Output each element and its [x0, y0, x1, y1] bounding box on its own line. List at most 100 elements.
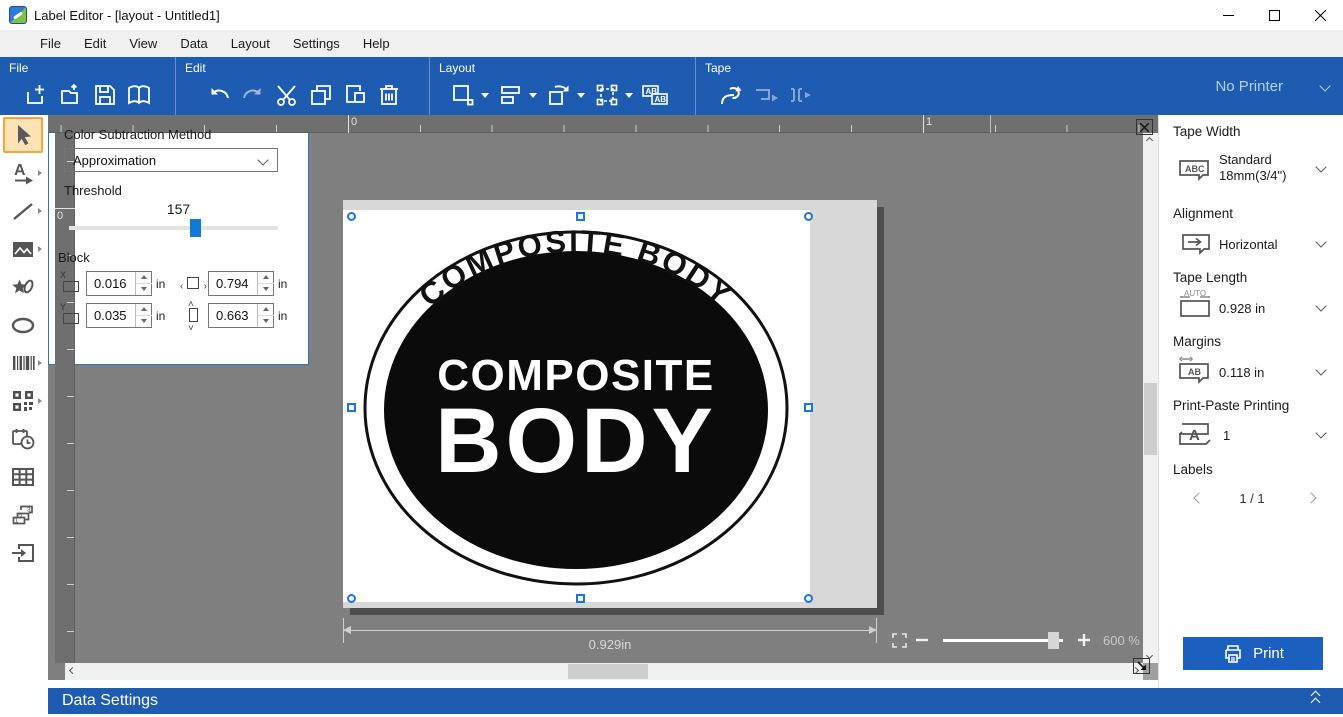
width-decrement-button[interactable]: [258, 284, 274, 296]
horizontal-scrollbar[interactable]: [65, 663, 1143, 680]
tool-clipart[interactable]: [3, 269, 43, 305]
zoom-slider-thumb[interactable]: [1048, 632, 1059, 649]
x-decrement-button[interactable]: [136, 284, 152, 296]
undo-button[interactable]: [202, 79, 236, 111]
align-button[interactable]: [494, 79, 528, 111]
maximize-button[interactable]: [1251, 0, 1297, 30]
text-merge-button[interactable]: ABAB: [638, 79, 672, 111]
save-button[interactable]: [88, 79, 122, 111]
alignment-chevron-icon[interactable]: [1315, 236, 1326, 247]
selection-handle-bottom-left[interactable]: [347, 594, 356, 603]
x-increment-button[interactable]: [136, 272, 152, 284]
menu-layout[interactable]: Layout: [221, 31, 280, 56]
tape-length-chevron-icon[interactable]: [1315, 300, 1326, 311]
fit-to-window-button[interactable]: [892, 633, 907, 648]
cut-button[interactable]: [270, 79, 304, 111]
height-field[interactable]: [208, 303, 274, 328]
vertical-scrollbar[interactable]: [1143, 133, 1158, 663]
menu-file[interactable]: File: [30, 31, 71, 56]
tool-select[interactable]: [3, 117, 43, 153]
catalog-button[interactable]: [122, 79, 156, 111]
horizontal-scrollbar-thumb[interactable]: [568, 664, 648, 679]
printer-chevron-down-icon[interactable]: [1319, 80, 1330, 91]
menu-help[interactable]: Help: [353, 31, 400, 56]
margins-chevron-icon[interactable]: [1315, 364, 1326, 375]
tool-ellipse[interactable]: [3, 307, 43, 343]
threshold-slider[interactable]: [69, 226, 278, 230]
width-input[interactable]: [209, 272, 257, 295]
selection-handle-bottom-right[interactable]: [804, 594, 813, 603]
scroll-up-button[interactable]: [1147, 138, 1152, 143]
tool-barcode[interactable]: [3, 345, 43, 381]
margins-value[interactable]: 0.118 in: [1219, 365, 1264, 381]
print-button[interactable]: Print: [1183, 637, 1323, 670]
print-paste-chevron-icon[interactable]: [1315, 427, 1326, 438]
tool-qrcode[interactable]: [3, 383, 43, 419]
height-decrement-button[interactable]: [258, 316, 274, 328]
selection-handle-left-middle[interactable]: [347, 403, 356, 412]
height-increment-button[interactable]: [258, 304, 274, 316]
rotate-button[interactable]: [542, 79, 576, 111]
tool-text[interactable]: A: [3, 155, 43, 191]
x-position-input[interactable]: [87, 272, 135, 295]
height-input[interactable]: [209, 304, 257, 327]
delete-button[interactable]: [372, 79, 406, 111]
group-button[interactable]: [590, 79, 624, 111]
selection-handle-top-middle[interactable]: [576, 212, 585, 221]
minimize-button[interactable]: [1205, 0, 1251, 30]
alignment-value[interactable]: Horizontal: [1219, 237, 1278, 253]
composite-body-stamp-image[interactable]: COMPOSITE BODY COMPOSITE BODY: [343, 210, 810, 602]
tape-width-value[interactable]: Standard 18mm(3/4"): [1219, 152, 1286, 184]
selection-handle-top-left[interactable]: [347, 212, 356, 221]
design-canvas[interactable]: 0 1 0 COMPOSITE BODY COMPOSITE BODY: [48, 115, 1158, 680]
expand-panel-button[interactable]: [1311, 692, 1323, 710]
tool-date-time[interactable]: [3, 421, 43, 457]
x-position-field[interactable]: [86, 271, 152, 296]
redo-button[interactable]: [236, 79, 270, 111]
dialog-close-button[interactable]: [1136, 119, 1153, 135]
tool-numbering[interactable]: 321: [3, 497, 43, 533]
zoom-slider[interactable]: [943, 639, 1063, 642]
tool-import[interactable]: [3, 535, 43, 571]
selection-handle-bottom-middle[interactable]: [576, 594, 585, 603]
tape-margin-button[interactable]: [748, 79, 782, 111]
rotate-dropdown[interactable]: [577, 93, 585, 98]
label-tape[interactable]: COMPOSITE BODY COMPOSITE BODY: [343, 200, 877, 608]
width-field[interactable]: [208, 271, 274, 296]
resize-button[interactable]: [446, 79, 480, 111]
printer-status[interactable]: No Printer: [1215, 57, 1283, 115]
selection-handle-right-middle[interactable]: [804, 403, 813, 412]
y-increment-button[interactable]: [136, 304, 152, 316]
scroll-left-button[interactable]: [70, 668, 75, 673]
print-paste-value[interactable]: 1: [1223, 428, 1230, 444]
y-decrement-button[interactable]: [136, 316, 152, 328]
copy-button[interactable]: [304, 79, 338, 111]
align-dropdown[interactable]: [529, 93, 537, 98]
open-file-button[interactable]: [54, 79, 88, 111]
label-printable-area[interactable]: COMPOSITE BODY COMPOSITE BODY: [343, 210, 810, 602]
tape-width-chevron-icon[interactable]: [1315, 161, 1326, 172]
width-increment-button[interactable]: [258, 272, 274, 284]
y-position-input[interactable]: [87, 304, 135, 327]
paste-button[interactable]: [338, 79, 372, 111]
menu-data[interactable]: Data: [170, 31, 217, 56]
tape-feed-button[interactable]: [714, 79, 748, 111]
menu-edit[interactable]: Edit: [74, 31, 116, 56]
next-label-button[interactable]: [1305, 492, 1316, 503]
dialog-expand-button[interactable]: [1133, 658, 1150, 674]
y-position-field[interactable]: [86, 303, 152, 328]
new-label-button[interactable]: [20, 79, 54, 111]
data-settings-bar[interactable]: Data Settings: [48, 688, 1343, 714]
zoom-out-button[interactable]: [915, 633, 929, 647]
tool-line[interactable]: [3, 193, 43, 229]
menu-settings[interactable]: Settings: [283, 31, 350, 56]
threshold-slider-thumb[interactable]: [190, 219, 201, 237]
close-button[interactable]: [1297, 0, 1343, 30]
tool-image[interactable]: [3, 231, 43, 267]
tool-table[interactable]: [3, 459, 43, 495]
method-dropdown[interactable]: Approximation: [64, 148, 278, 172]
resize-dropdown[interactable]: [481, 93, 489, 98]
vertical-scrollbar-thumb[interactable]: [1144, 383, 1157, 455]
group-dropdown[interactable]: [625, 93, 633, 98]
selection-handle-top-right[interactable]: [804, 212, 813, 221]
